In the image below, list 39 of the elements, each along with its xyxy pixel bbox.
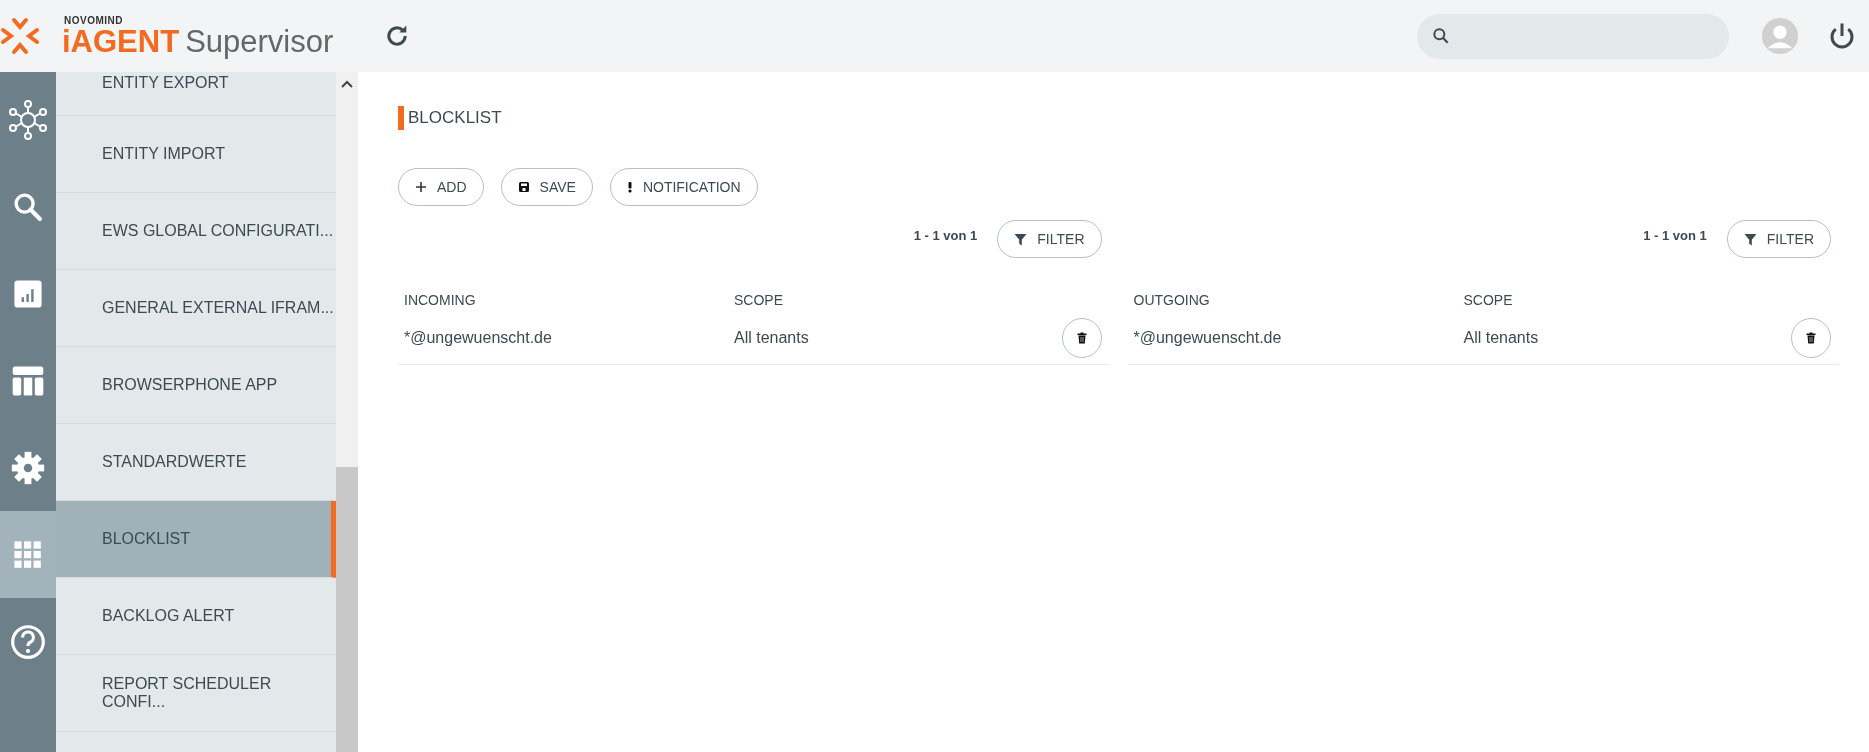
bar-chart-icon [12,277,44,310]
filter-icon [1014,232,1028,246]
column-header: OUTGOING [1133,292,1211,308]
logo-brand: NOVOMIND [64,15,124,26]
delete-button[interactable] [1791,318,1831,358]
logo-suffix: Supervisor [185,25,334,57]
search-field[interactable] [1417,13,1729,59]
filter-icon [1743,232,1757,246]
scrollbar[interactable] [336,72,358,752]
trash-icon [1805,332,1817,344]
table-cell-text: All tenants [1463,329,1540,347]
exclamation-icon [626,181,633,193]
table-cell-text: *@ungewuenscht.de [1133,329,1283,347]
toolbar-button[interactable]: NOTIFICATION [609,168,758,206]
filter-button[interactable]: FILTER [1726,220,1831,258]
pagination-count: 1 - 1 von 1 [913,227,978,243]
toolbar-button[interactable]: SAVE [500,168,593,206]
settings-icon [11,450,45,485]
page-title: BLOCKLIST [398,106,1839,130]
plus-icon [415,181,427,193]
table-cell-text: All tenants [734,329,810,347]
menu-item[interactable]: BLOCKLIST [56,501,336,578]
toolbar-button[interactable]: ADD [398,168,484,206]
column-header: SCOPE [734,292,784,308]
delete-button[interactable] [1061,318,1102,358]
help-icon [10,623,46,660]
logo-product: iAGENT [62,25,180,57]
search-icon [1431,26,1451,46]
filter-button[interactable]: FILTER [997,220,1102,258]
column-header: SCOPE [1463,292,1514,308]
logo-icon [0,16,40,56]
apps-grid-icon [12,538,44,571]
chevron-up-icon[interactable] [341,80,353,88]
trash-icon [1075,332,1088,344]
table-cell-text: *@ungewuenscht.de [404,329,553,347]
network-icon [8,99,48,140]
column-header: INCOMING [404,292,477,308]
scrollbar-thumb[interactable] [336,467,358,752]
pagination-count: 1 - 1 von 1 [1643,227,1707,243]
